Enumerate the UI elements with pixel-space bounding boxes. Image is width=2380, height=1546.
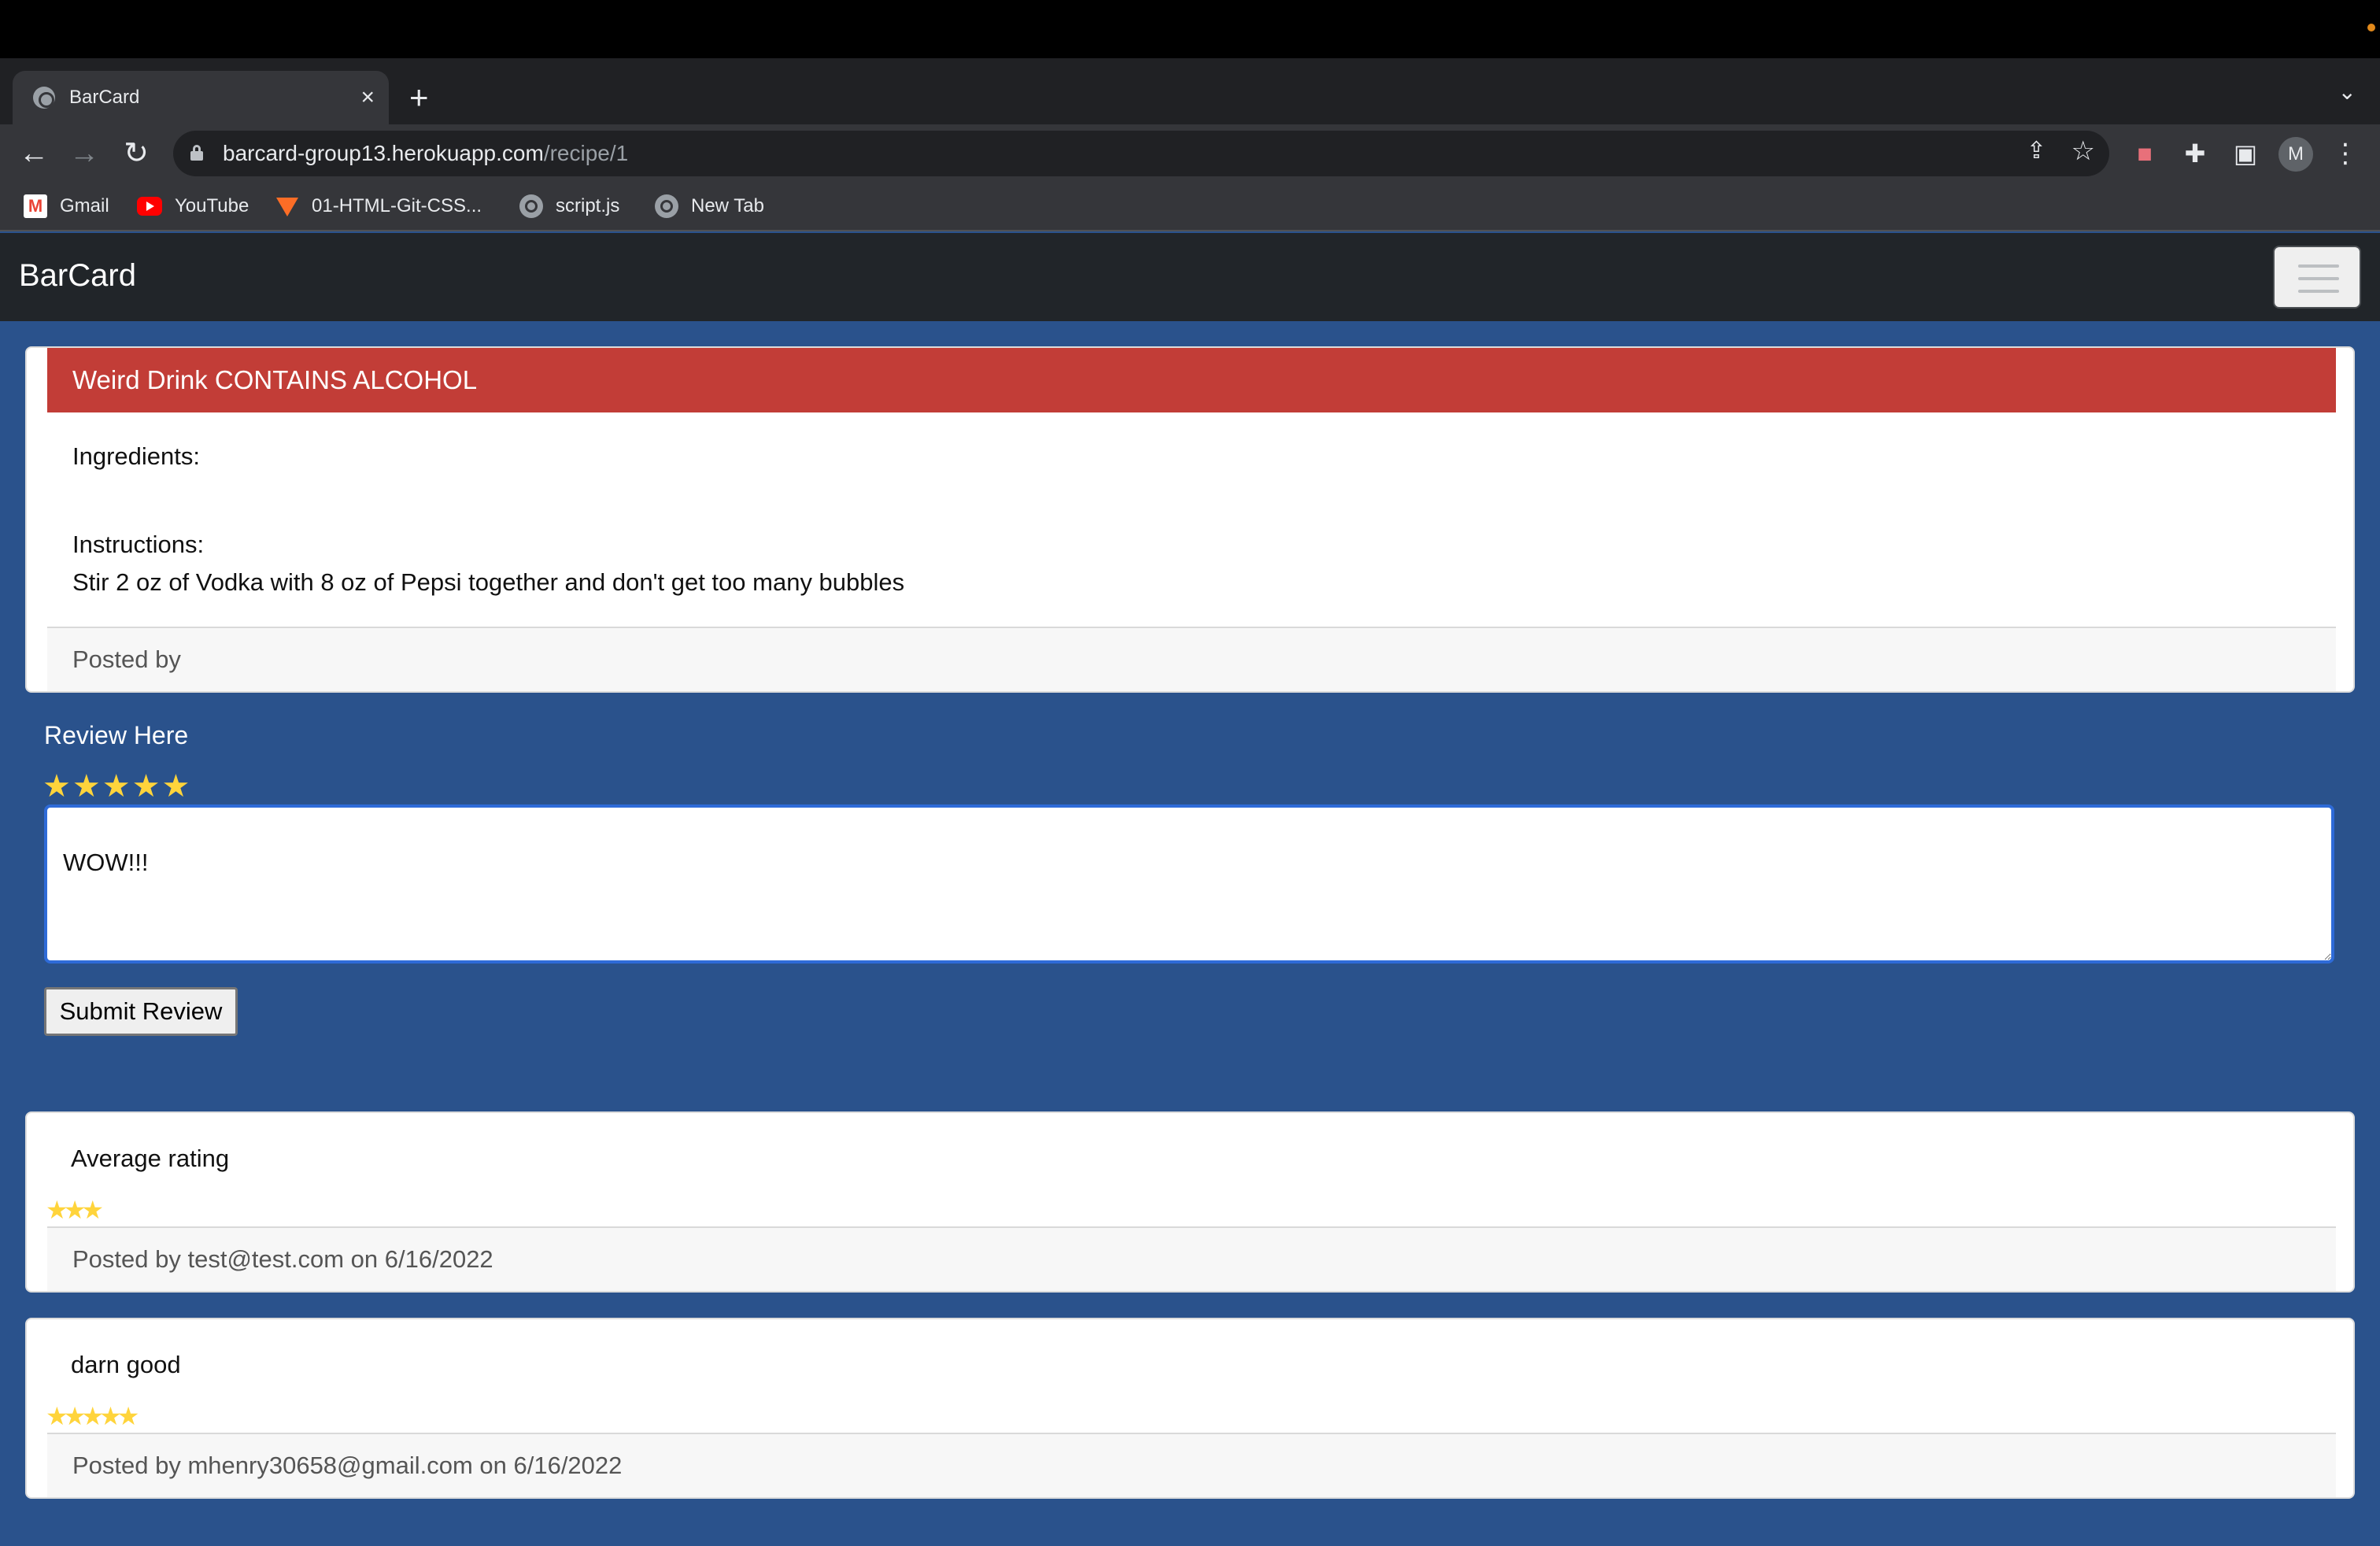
lock-icon[interactable] [190, 145, 203, 161]
extensions-puzzle-icon[interactable]: ✚ [2175, 134, 2215, 173]
review-text: Average rating [71, 1145, 230, 1172]
share-icon[interactable]: ⇪ [2027, 137, 2046, 165]
review-textarea[interactable]: WOW!!! [44, 804, 2334, 963]
posted-by-text: Posted by [72, 645, 181, 673]
tab-search-chevron-icon[interactable]: ⌄ [2338, 79, 2356, 105]
bookmark-star-icon[interactable]: ☆ [2071, 135, 2095, 167]
review-form-label: Review Here [44, 721, 189, 749]
ingredients-label: Ingredients: [72, 442, 200, 470]
recipe-card-header: Weird Drink CONTAINS ALCOHOL [47, 348, 2336, 412]
bookmark-label: 01-HTML-Git-CSS... [312, 195, 482, 216]
hamburger-icon [2298, 264, 2339, 268]
bookmark-new-tab[interactable]: New Tab [655, 192, 764, 220]
recording-indicator-icon [2367, 24, 2375, 31]
gmail-icon [24, 194, 47, 218]
review-card: darn good ★★★★★ Posted by mhenry30658@gm… [25, 1318, 2355, 1499]
bookmark-label: New Tab [691, 195, 764, 216]
recipe-card: Weird Drink CONTAINS ALCOHOL Ingredients… [25, 346, 2355, 693]
recipe-card-footer: Posted by [47, 627, 2336, 691]
bookmarks-bar: Gmail YouTube 01-HTML-Git-CSS... script.… [0, 183, 2380, 231]
back-arrow-icon[interactable]: ← [13, 132, 55, 175]
os-top-bar [0, 0, 2380, 58]
review-star-rating: ★★★ [46, 1196, 104, 1224]
browser-toolbar: ← → ↻ barcard-group13.herokuapp.com/reci… [0, 124, 2380, 183]
side-panel-icon[interactable]: ▣ [2226, 134, 2265, 173]
globe-icon [33, 87, 55, 109]
url-host: barcard-group13.herokuapp.com [223, 141, 544, 165]
tab-title: BarCard [69, 87, 140, 108]
review-star-rating: ★★★★★ [46, 1402, 139, 1430]
site-navbar: BarCard [0, 233, 2380, 321]
forward-arrow-icon[interactable]: → [63, 132, 105, 175]
screen-recorder-extension-icon[interactable]: ■ [2125, 134, 2164, 173]
globe-icon [655, 194, 678, 218]
recipe-title: Weird Drink CONTAINS ALCOHOL [72, 365, 478, 394]
bookmark-script-js[interactable]: script.js [519, 192, 619, 220]
review-card-footer: Posted by test@test.com on 6/16/2022 [47, 1226, 2336, 1291]
instructions-label: Instructions: [72, 531, 205, 558]
instructions-text: Stir 2 oz of Vodka with 8 oz of Pepsi to… [72, 568, 905, 596]
profile-avatar[interactable]: M [2278, 137, 2313, 172]
bookmark-youtube[interactable]: YouTube [137, 192, 249, 220]
bookmark-label: Gmail [60, 195, 109, 216]
review-card-footer: Posted by mhenry30658@gmail.com on 6/16/… [47, 1433, 2336, 1497]
review-posted-by: Posted by mhenry30658@gmail.com on 6/16/… [72, 1452, 623, 1479]
url-text[interactable]: barcard-group13.herokuapp.com/recipe/1 [223, 141, 628, 166]
navbar-toggler-button[interactable] [2273, 246, 2361, 309]
star-rating-stars[interactable]: ★★★★★ [42, 769, 191, 804]
bookmark-label: YouTube [175, 195, 249, 216]
globe-icon [519, 194, 543, 218]
gitlab-icon [275, 194, 299, 218]
reload-icon[interactable]: ↻ [115, 132, 157, 175]
browser-menu-icon[interactable]: ⋮ [2330, 134, 2361, 173]
star-rating-input[interactable]: ★★★★★ [42, 768, 191, 804]
submit-review-button[interactable]: Submit Review [44, 987, 238, 1036]
youtube-icon [137, 197, 162, 216]
browser-tab[interactable]: BarCard × [13, 71, 389, 124]
address-bar[interactable]: barcard-group13.herokuapp.com/recipe/1 ⇪… [173, 131, 2109, 176]
browser-tab-bar: BarCard × [0, 58, 2380, 124]
brand-link[interactable]: BarCard [19, 258, 136, 294]
review-posted-by: Posted by test@test.com on 6/16/2022 [72, 1245, 493, 1273]
bookmark-gmail[interactable]: Gmail [24, 192, 109, 220]
url-path: /recipe/1 [543, 141, 629, 165]
bookmark-label: script.js [556, 195, 620, 216]
review-card: Average rating ★★★ Posted by test@test.c… [25, 1111, 2355, 1293]
new-tab-icon[interactable]: + [409, 74, 429, 121]
bookmark-gitlab[interactable]: 01-HTML-Git-CSS... [275, 192, 482, 220]
review-text: darn good [71, 1351, 181, 1378]
tab-close-icon[interactable]: × [360, 82, 375, 113]
